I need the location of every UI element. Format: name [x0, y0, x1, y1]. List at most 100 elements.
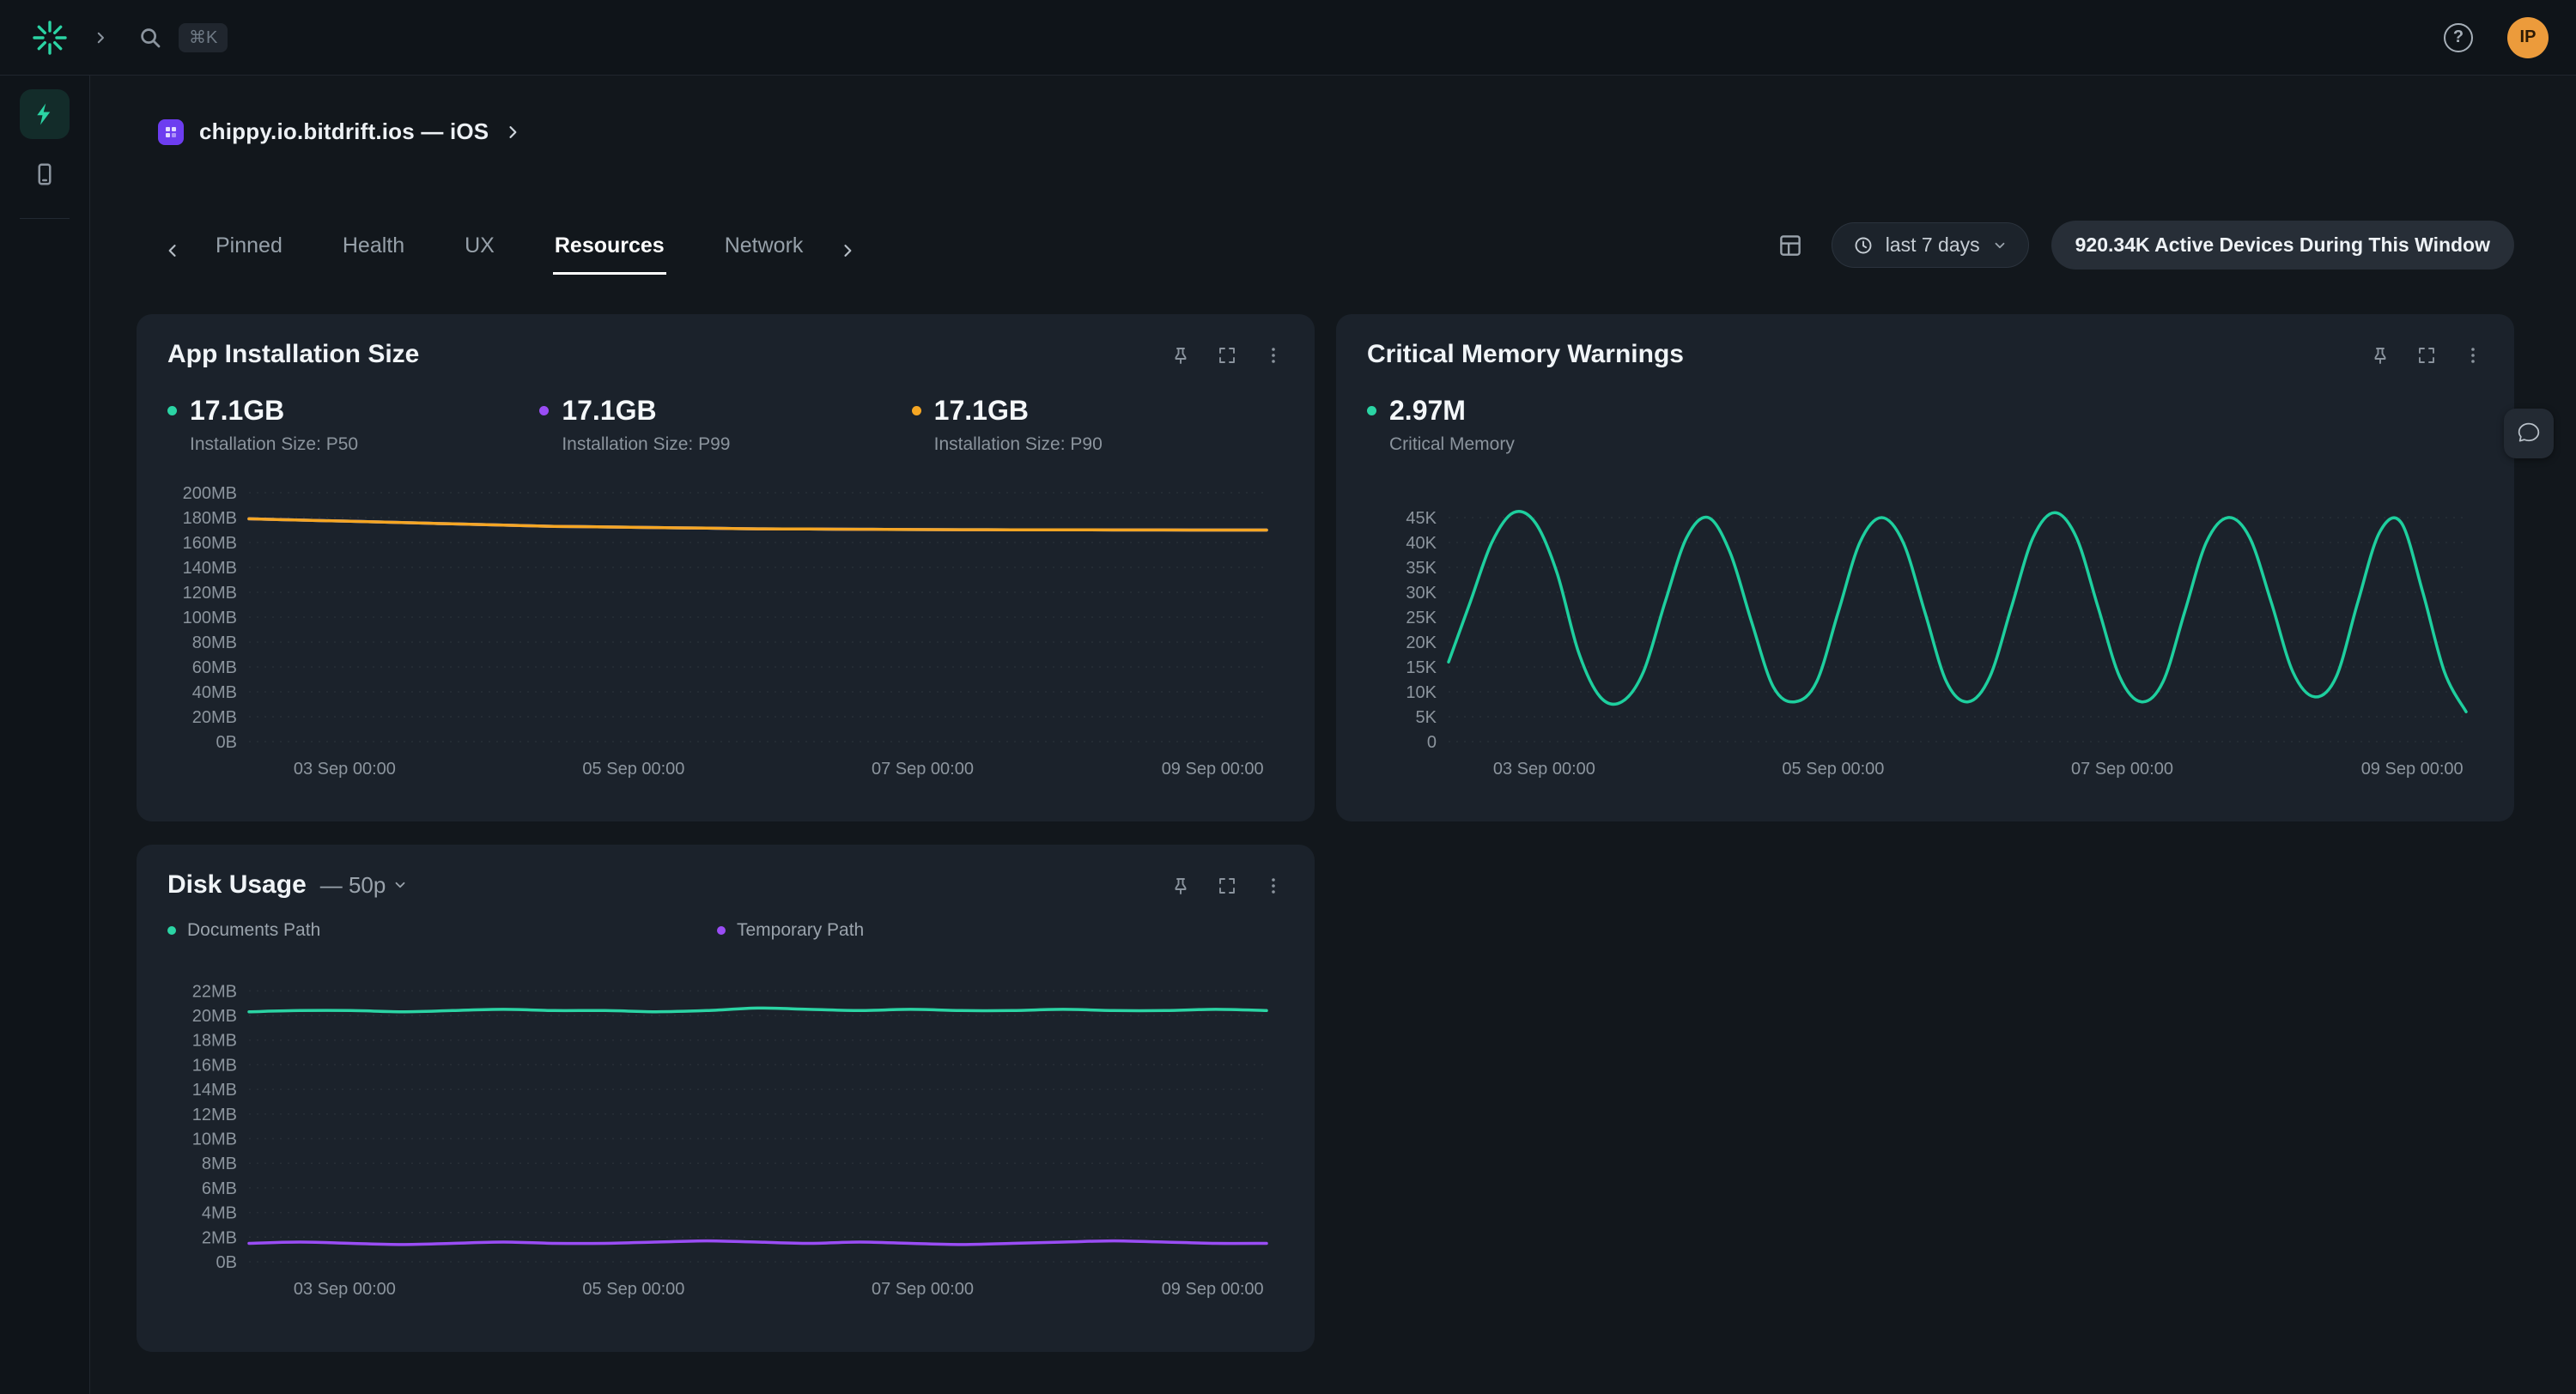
legend: 2.97M Critical Memory	[1367, 395, 2483, 455]
svg-text:20MB: 20MB	[192, 708, 237, 727]
legend-label: Documents Path	[187, 920, 320, 941]
svg-text:16MB: 16MB	[192, 1056, 237, 1075]
svg-text:03 Sep 00:00: 03 Sep 00:00	[294, 1280, 396, 1299]
svg-text:15K: 15K	[1406, 658, 1437, 677]
line-chart-disk-usage[interactable]: 22MB20MB18MB16MB14MB12MB10MB8MB6MB4MB2MB…	[167, 967, 1284, 1301]
pin-button[interactable]	[1170, 345, 1191, 366]
expand-icon	[2416, 345, 2437, 366]
legend-label: Installation Size: P50	[190, 434, 358, 455]
tab-ux[interactable]: UX	[463, 233, 496, 275]
kebab-menu-icon	[1263, 345, 1284, 366]
svg-text:03 Sep 00:00: 03 Sep 00:00	[294, 760, 396, 779]
tabs-scroll-left-button[interactable]	[164, 242, 181, 275]
breadcrumb-app-label: chippy.io.bitdrift.ios — iOS	[199, 118, 489, 145]
line-chart-critical-memory-warnings[interactable]: 45K40K35K30K25K20K15K10K5K003 Sep 00:000…	[1367, 481, 2483, 781]
svg-text:05 Sep 00:00: 05 Sep 00:00	[582, 760, 684, 779]
legend-label: Critical Memory	[1389, 434, 1515, 455]
svg-text:80MB: 80MB	[192, 633, 237, 652]
svg-text:14MB: 14MB	[192, 1081, 237, 1100]
legend-dot	[167, 926, 176, 935]
time-range-selector[interactable]: last 7 days	[1832, 222, 2029, 268]
kebab-menu-button[interactable]	[1263, 345, 1284, 366]
search-input[interactable]: ⌘K	[137, 23, 228, 52]
svg-text:45K: 45K	[1406, 509, 1437, 528]
expand-button[interactable]	[1217, 345, 1237, 366]
legend-dot	[539, 406, 549, 415]
line-chart-app-installation-size[interactable]: 200MB180MB160MB140MB120MB100MB80MB60MB40…	[167, 481, 1284, 781]
pin-button[interactable]	[1170, 876, 1191, 896]
svg-text:140MB: 140MB	[183, 559, 237, 578]
dashboard-controls: last 7 days 920.34K Active Devices Durin…	[1771, 221, 2514, 275]
card-header: Critical Memory Warnings	[1367, 340, 2483, 369]
app-icon	[158, 119, 184, 145]
kebab-menu-button[interactable]	[2463, 345, 2483, 366]
time-range-label: last 7 days	[1886, 233, 1980, 257]
layout-grid-button[interactable]	[1771, 227, 1809, 264]
card-title-text: Disk Usage	[167, 870, 307, 900]
question-icon: ?	[2453, 27, 2464, 47]
pin-icon	[1170, 345, 1191, 366]
chevron-down-icon	[1992, 238, 2008, 253]
svg-text:0B: 0B	[216, 733, 237, 752]
card-title: App Installation Size	[167, 340, 419, 369]
expand-button[interactable]	[2416, 345, 2437, 366]
svg-text:09 Sep 00:00: 09 Sep 00:00	[1162, 1280, 1264, 1299]
svg-text:20K: 20K	[1406, 633, 1437, 652]
tab-network[interactable]: Network	[723, 233, 805, 275]
svg-text:5K: 5K	[1416, 708, 1437, 727]
card-header: App Installation Size	[167, 340, 1284, 369]
sidebar-item-dashboards[interactable]	[20, 89, 70, 139]
svg-text:10MB: 10MB	[192, 1130, 237, 1149]
legend-dot	[167, 406, 177, 415]
svg-text:30K: 30K	[1406, 584, 1437, 603]
legend-dot	[717, 926, 726, 935]
card-title: Critical Memory Warnings	[1367, 340, 1684, 369]
grid-icon	[1777, 233, 1803, 258]
legend-item: 17.1GB Installation Size: P50	[167, 395, 539, 455]
tab-pinned[interactable]: Pinned	[214, 233, 284, 275]
svg-text:07 Sep 00:00: 07 Sep 00:00	[872, 760, 974, 779]
expand-button[interactable]	[1217, 876, 1237, 896]
sidebar-expand-chevron[interactable]	[93, 30, 108, 45]
main-content: chippy.io.bitdrift.ios — iOS Pinned Heal…	[90, 76, 2576, 1394]
chevron-left-icon	[164, 242, 181, 259]
search-icon	[137, 25, 163, 51]
svg-text:12MB: 12MB	[192, 1106, 237, 1124]
legend-value: 17.1GB	[934, 395, 1103, 427]
svg-text:09 Sep 00:00: 09 Sep 00:00	[1162, 760, 1264, 779]
svg-text:22MB: 22MB	[192, 982, 237, 1001]
legend-item: 17.1GB Installation Size: P90	[912, 395, 1284, 455]
svg-text:2MB: 2MB	[202, 1228, 237, 1247]
tab-health[interactable]: Health	[341, 233, 406, 275]
percentile-selector[interactable]: — 50p	[320, 872, 409, 899]
legend-dot	[912, 406, 921, 415]
sidebar-item-devices[interactable]	[20, 149, 70, 199]
legend-dot	[1367, 406, 1376, 415]
legend-value: 2.97M	[1389, 395, 1515, 427]
card-actions	[1170, 876, 1284, 896]
percentile-selector-label: — 50p	[320, 872, 386, 899]
svg-text:05 Sep 00:00: 05 Sep 00:00	[1782, 760, 1884, 779]
kebab-menu-button[interactable]	[1263, 876, 1284, 896]
svg-text:18MB: 18MB	[192, 1032, 237, 1051]
chevron-right-icon	[93, 30, 108, 45]
avatar[interactable]: IP	[2507, 17, 2549, 58]
svg-text:25K: 25K	[1406, 609, 1437, 627]
breadcrumb[interactable]: chippy.io.bitdrift.ios — iOS	[158, 118, 2576, 145]
tab-resources[interactable]: Resources	[553, 233, 666, 275]
pin-button[interactable]	[2370, 345, 2391, 366]
svg-text:120MB: 120MB	[183, 584, 237, 603]
kebab-menu-icon	[2463, 345, 2483, 366]
legend: Documents Path Temporary Path	[167, 920, 1284, 941]
lightning-bolt-icon	[32, 101, 58, 127]
expand-icon	[1217, 876, 1237, 896]
feedback-chat-button[interactable]	[2504, 409, 2554, 458]
bitdrift-logo[interactable]	[27, 15, 72, 60]
chevron-down-icon	[392, 877, 408, 893]
help-button[interactable]: ?	[2444, 23, 2473, 52]
tabs-scroll-right-button[interactable]	[839, 242, 856, 275]
svg-text:09 Sep 00:00: 09 Sep 00:00	[2361, 760, 2464, 779]
topbar: ⌘K ? IP	[0, 0, 2576, 76]
speech-bubble-icon	[2515, 420, 2543, 447]
tabs-row: Pinned Health UX Resources Network	[164, 221, 2514, 275]
